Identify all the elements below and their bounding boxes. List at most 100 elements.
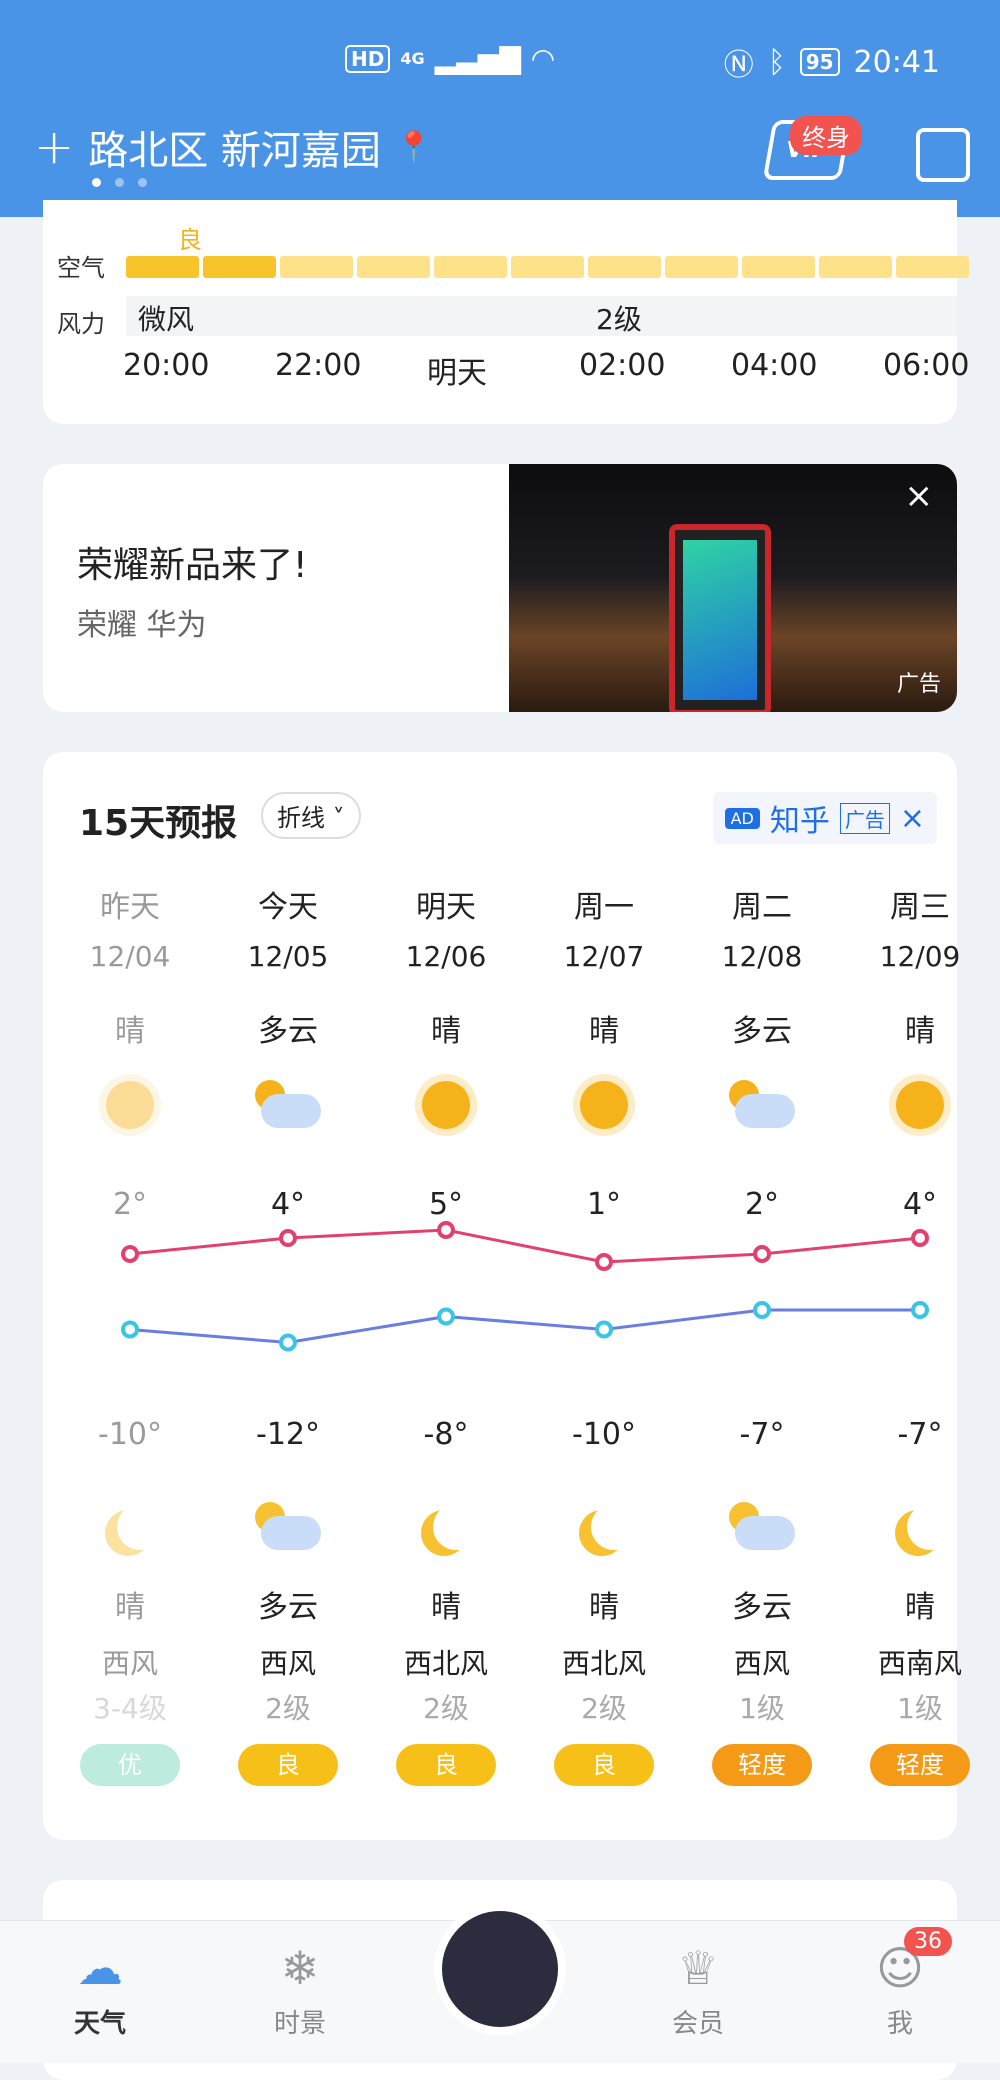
ad-title: 荣耀新品来了! — [77, 545, 308, 586]
aqi-badge: 良 — [238, 1744, 338, 1786]
day-label: 周二 — [732, 890, 792, 925]
ad-image[interactable]: × 广告 — [509, 464, 957, 712]
zhihu-brand: 知乎 — [769, 804, 830, 839]
bottom-tab-bar: ☁ 天气 ❄ 时景 ♕ 会员 ☺ 我 36 — [0, 1903, 1000, 2063]
moon-icon — [591, 1504, 637, 1550]
wind-label: 风力 — [57, 310, 105, 338]
day-weather: 多云 — [732, 1014, 792, 1049]
low-temp-point — [911, 1301, 929, 1319]
location-selector[interactable]: + 路北区 新河嘉园 📍 — [34, 118, 432, 176]
moon-icon — [907, 1504, 953, 1550]
low-temp-point — [121, 1320, 139, 1339]
ad-tag: 广告 — [896, 672, 941, 697]
tab-vip[interactable]: ♕ 会员 — [638, 1941, 758, 2040]
low-temp: -8° — [423, 1417, 469, 1452]
night-weather: 多云 — [258, 1590, 318, 1625]
tab-label: 我 — [886, 2009, 913, 2039]
temperature-chart — [121, 1221, 929, 1352]
date-label: 12/06 — [405, 940, 487, 973]
high-temp-point — [911, 1229, 929, 1247]
time-label: 06:00 — [883, 348, 970, 383]
location-pin-icon: 📍 — [394, 129, 433, 165]
low-temp: -7° — [739, 1417, 785, 1452]
moon-icon — [117, 1504, 163, 1550]
aqi-badge: 轻度 — [712, 1744, 812, 1786]
day-weather: 多云 — [258, 1014, 318, 1049]
date-label: 12/09 — [879, 940, 961, 973]
forecast-day-column[interactable]: 周三 12/09 晴 4° -7° 晴西南风 1级 轻度 — [841, 882, 999, 1786]
time-label: 02:00 — [579, 348, 666, 383]
time-label: 20:00 — [123, 348, 210, 383]
wind-level: 1级 — [739, 1692, 785, 1725]
day-weather: 晴 — [115, 1014, 145, 1049]
wind-value-a: 微风 — [138, 303, 195, 336]
sun-icon — [106, 1081, 154, 1129]
zhihu-close-button[interactable]: × — [900, 801, 925, 836]
time-label: 04:00 — [731, 348, 818, 383]
tab-me[interactable]: ☺ 我 36 — [840, 1927, 960, 2040]
hd-indicator: HD — [345, 44, 391, 73]
partly-cloudy-icon — [253, 1080, 323, 1130]
night-weather: 多云 — [732, 1590, 792, 1625]
date-label: 12/07 — [563, 940, 645, 973]
low-temp-point — [279, 1333, 297, 1352]
high-temp-point — [595, 1253, 613, 1271]
share-icon[interactable] — [916, 128, 970, 182]
date-label: 12/05 — [247, 940, 329, 973]
wind-bar: 微风 2级 — [126, 296, 957, 336]
day-label: 昨天 — [100, 890, 160, 925]
day-label: 今天 — [258, 890, 318, 925]
high-temp-point — [753, 1245, 771, 1263]
night-weather: 晴 — [589, 1590, 619, 1625]
forecast-day-column[interactable]: 周一 12/07 晴 1° -10° 晴西北风 2级良 — [525, 882, 683, 1786]
forecast-day-column[interactable]: 今天 12/05 多云 4° -12° 多云 西风 2级良 — [209, 882, 367, 1786]
bluetooth-icon: ᛒ — [767, 44, 786, 80]
air-quality-label: 良 — [178, 226, 202, 254]
clock: 20:41 — [853, 44, 940, 80]
forecast-card: 15天预报 折线 ˅ AD 知乎 广告 × 昨天 12/04 晴 2° -10° 晴西风 3… — [43, 752, 970, 1840]
day-weather: 晴 — [589, 1014, 619, 1049]
ad-card[interactable]: 荣耀新品来了! 荣耀 华为 × 广告 — [43, 464, 957, 712]
low-temp: -10° — [98, 1417, 162, 1452]
high-temp-point — [279, 1229, 297, 1247]
cloud-icon: ☁ — [77, 1941, 123, 1995]
signal-icon: ▂▃▅▇ — [434, 42, 521, 75]
forecast-day-column[interactable]: 昨天 12/04 晴 2° -10° 晴西风 3-4级优 — [51, 882, 209, 1786]
date-label: 12/04 — [89, 940, 171, 973]
air-quality-bar — [126, 256, 969, 278]
low-temp-point — [595, 1320, 613, 1339]
cloudy-night-icon — [253, 1502, 323, 1552]
notification-badge: 36 — [904, 1927, 952, 1956]
nfc-icon: Ⓝ — [723, 48, 754, 83]
zhihu-ad[interactable]: AD 知乎 广告 × — [712, 792, 937, 844]
aqi-badge: 良 — [554, 1744, 654, 1786]
chart-mode-dropdown[interactable]: 折线 ˅ — [261, 792, 361, 839]
sun-icon — [580, 1081, 628, 1129]
sun-icon — [422, 1081, 470, 1129]
wifi-icon: ◠ — [530, 42, 556, 75]
wind-level: 3-4级 — [93, 1692, 167, 1725]
add-city-icon[interactable]: + — [34, 119, 74, 175]
day-label: 明天 — [416, 890, 476, 925]
wind-direction: 西北风 — [403, 1647, 488, 1680]
hourly-times: 20:00 22:00 明天 02:00 04:00 06:00 — [123, 348, 1000, 392]
day-label: 周三 — [890, 890, 950, 925]
air-label: 空气 — [57, 254, 105, 282]
sun-icon — [896, 1081, 944, 1129]
battery-icon: 95 — [799, 48, 840, 76]
tab-weather[interactable]: ☁ 天气 — [40, 1941, 160, 2040]
moon-icon — [433, 1504, 479, 1550]
ad-close-button[interactable]: × — [905, 476, 934, 516]
forecast-day-column[interactable]: 周二 12/08 多云 2° -7° 多云 西风 1级 轻度 — [683, 882, 841, 1786]
zhihu-ad-tag: 广告 — [839, 802, 890, 834]
tab-scenery[interactable]: ❄ 时景 — [240, 1941, 360, 2040]
wind-direction: 西风 — [259, 1647, 316, 1680]
day-label: 周一 — [574, 890, 634, 925]
page-indicator — [92, 178, 147, 187]
center-logo-button[interactable] — [434, 1903, 566, 2035]
vip-badge: 终身 — [790, 116, 862, 155]
forecast-day-column[interactable]: 明天 12/06 晴 5° -8° 晴西北风 2级良 — [367, 882, 525, 1786]
time-label: 22:00 — [275, 348, 362, 383]
wind-level: 2级 — [423, 1692, 469, 1725]
wind-direction: 西风 — [733, 1647, 790, 1680]
